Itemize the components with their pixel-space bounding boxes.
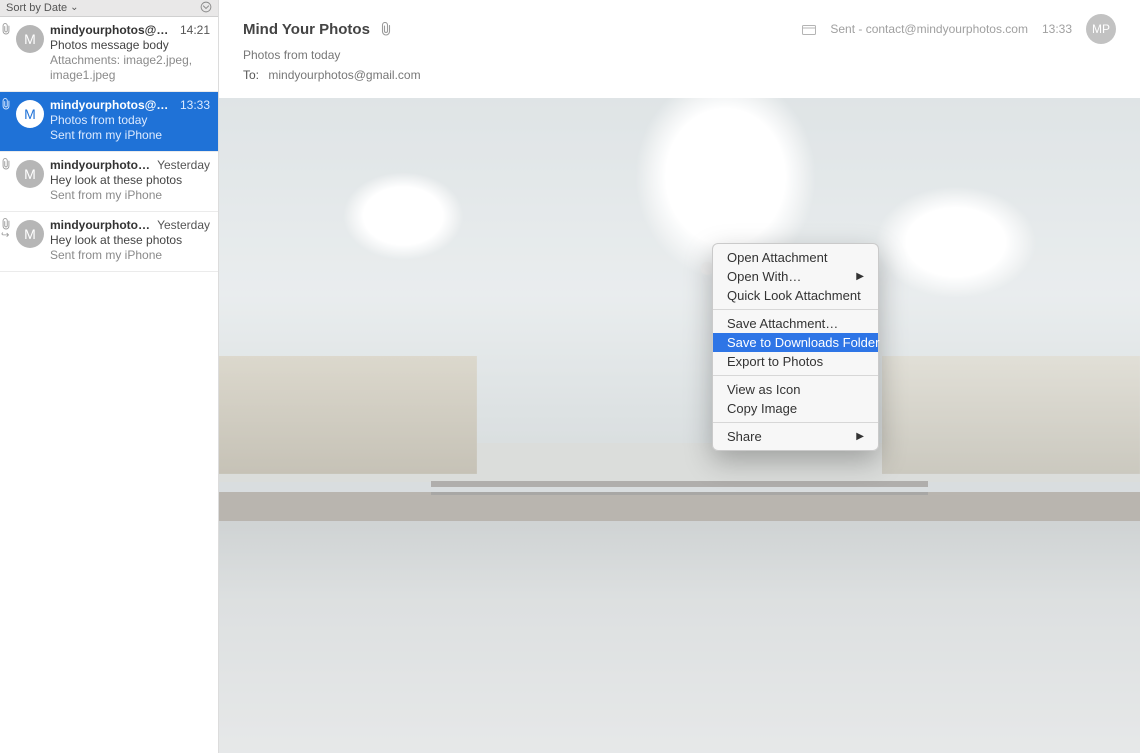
to-value: mindyourphotos@gmail.com (268, 68, 420, 82)
menu-item-label: Export to Photos (727, 354, 823, 369)
message-preview: Attachments: image2.jpeg, image1.jpeg (50, 53, 210, 83)
message-list: Mmindyourphotos@gmail.c… 14:21Photos mess… (0, 17, 218, 753)
message-time: 14:21 (180, 23, 210, 37)
menu-item-label: Save Attachment… (727, 316, 838, 331)
sender-avatar[interactable]: MP (1086, 14, 1116, 44)
menu-item-label: Open With… (727, 269, 801, 284)
menu-item-label: View as Icon (727, 382, 800, 397)
menu-item-label: Copy Image (727, 401, 797, 416)
message-sender: mindyourphotos@ya… (50, 218, 151, 232)
mail-app: Sort by Date Mmindyourphotos@gmail.c… 14:… (0, 0, 1140, 753)
attachment-icon[interactable] (380, 22, 392, 36)
attachment-icon (1, 98, 11, 110)
message-sender: mindyourphotos@gmail.c… (50, 23, 174, 37)
folder-label: Sent - contact@mindyourphotos.com (830, 22, 1028, 36)
message-content-pane: Mind Your Photos Sent - contact@mindyour… (219, 0, 1140, 753)
message-preview: Sent from my iPhone (50, 188, 210, 203)
menu-item-label: Open Attachment (727, 250, 827, 265)
sort-button[interactable]: Sort by Date (6, 2, 79, 14)
menu-item[interactable]: Save to Downloads Folder (713, 333, 878, 352)
attachment-image[interactable] (219, 98, 1140, 753)
menu-item[interactable]: Open With… ▶ (713, 267, 878, 286)
sender-display-name: Mind Your Photos (243, 21, 370, 38)
message-list-item[interactable]: Mmindyourphotos@ya… YesterdayHey look at … (0, 152, 218, 212)
message-time: 13:33 (180, 98, 210, 112)
menu-item[interactable]: Export to Photos (713, 352, 878, 371)
menu-item[interactable]: Copy Image (713, 399, 878, 418)
attachment-icon (1, 158, 11, 170)
avatar: M (16, 25, 44, 53)
message-list-sidebar: Sort by Date Mmindyourphotos@gmail.c… 14:… (0, 0, 219, 753)
context-menu: Open Attachment Open With… ▶ Quick Look Att… (712, 243, 879, 451)
filter-icon[interactable] (200, 1, 212, 16)
menu-item[interactable]: Quick Look Attachment (713, 286, 878, 305)
message-subject: Photos message body (50, 38, 210, 52)
message-subject: Hey look at these photos (50, 173, 210, 187)
menu-item[interactable]: Open Attachment (713, 248, 878, 267)
reply-arrow-icon: ↪ (1, 230, 9, 241)
message-sender: mindyourphotos@gmail.… (50, 98, 174, 112)
submenu-arrow-icon: ▶ (856, 431, 864, 442)
submenu-arrow-icon: ▶ (856, 271, 864, 282)
message-time: 13:33 (1042, 22, 1072, 36)
attachment-icon (1, 23, 11, 35)
avatar: M (16, 160, 44, 188)
menu-separator (713, 375, 878, 376)
message-time: Yesterday (157, 218, 210, 232)
message-sender: mindyourphotos@ya… (50, 158, 151, 172)
folder-icon (802, 24, 816, 35)
message-subject: Photos from today (50, 113, 210, 127)
avatar: M (16, 100, 44, 128)
message-header: Mind Your Photos Sent - contact@mindyour… (219, 0, 1140, 92)
message-list-item[interactable]: Mmindyourphotos@gmail.c… 14:21Photos mess… (0, 17, 218, 92)
message-subject: Photos from today (243, 48, 1116, 62)
message-preview: Sent from my iPhone (50, 128, 210, 143)
message-preview: Sent from my iPhone (50, 248, 210, 263)
message-list-toolbar: Sort by Date (0, 0, 218, 17)
menu-item[interactable]: View as Icon (713, 380, 878, 399)
attachment-icon (1, 218, 11, 230)
menu-separator (713, 422, 878, 423)
message-list-item[interactable]: ↪ Mmindyourphotos@ya… YesterdayHey look at… (0, 212, 218, 272)
to-label: To: (243, 68, 259, 82)
menu-item[interactable]: Save Attachment… (713, 314, 878, 333)
avatar: M (16, 220, 44, 248)
attachment-image-area[interactable] (219, 98, 1140, 753)
message-time: Yesterday (157, 158, 210, 172)
menu-item-label: Quick Look Attachment (727, 288, 861, 303)
message-list-item[interactable]: Mmindyourphotos@gmail.… 13:33Photos from … (0, 92, 218, 152)
menu-separator (713, 309, 878, 310)
menu-item-label: Save to Downloads Folder (727, 335, 879, 350)
message-recipients: To: mindyourphotos@gmail.com (243, 68, 1116, 82)
menu-item[interactable]: Share ▶ (713, 427, 878, 446)
menu-item-label: Share (727, 429, 762, 444)
message-subject: Hey look at these photos (50, 233, 210, 247)
